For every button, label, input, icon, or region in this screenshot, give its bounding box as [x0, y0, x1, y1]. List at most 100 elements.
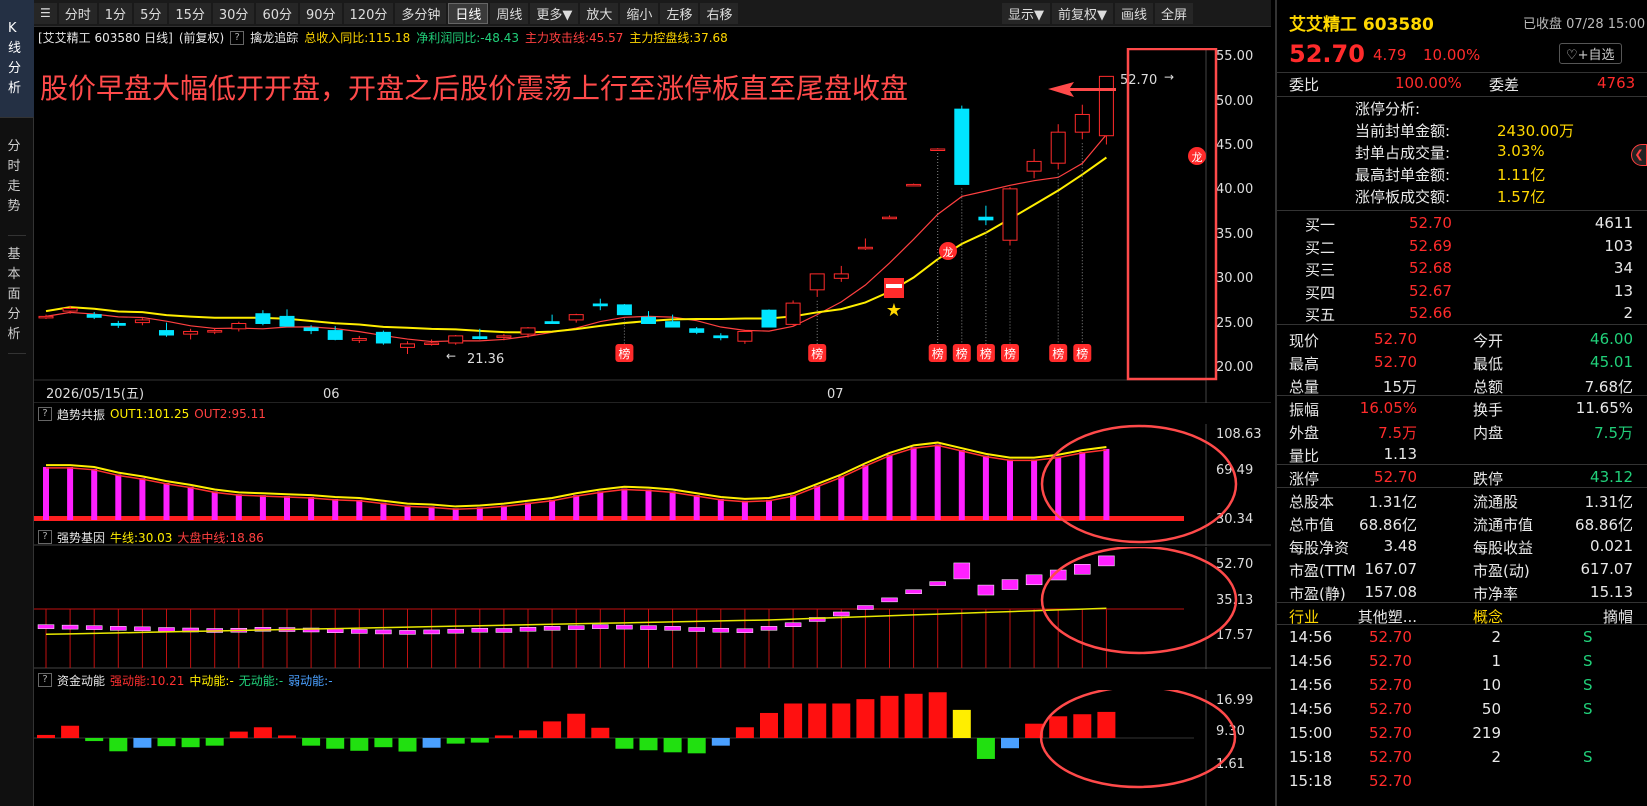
period-button[interactable]: 更多▼	[530, 2, 579, 24]
gene-bar	[592, 624, 609, 629]
toolbar-menu-icon[interactable]: ☰	[34, 2, 57, 24]
gene-panel[interactable]: 52.70 35.13 17.57 ⚙ ⊗	[34, 547, 1271, 669]
badge-label: 榜	[618, 346, 630, 361]
tick-side: S	[1583, 700, 1593, 718]
close-icon[interactable]: ⊗	[1220, 547, 1233, 548]
wb-label: 委比	[1289, 76, 1320, 94]
kline-chart[interactable]: 榜榜榜榜榜榜榜榜 55.00 50.00 45.00 40.00 35.00 3…	[34, 48, 1271, 403]
trend-bar	[790, 495, 797, 520]
attack-line: 主力攻击线:45.57	[524, 31, 624, 45]
panel-flow-header: ? 资金动能 强动能:10.21 中动能:- 无动能:- 弱动能:-	[34, 670, 333, 690]
indicator-name[interactable]: 强势基因	[57, 529, 105, 546]
help-icon[interactable]: ?	[230, 30, 245, 45]
gene-bar	[519, 627, 537, 632]
control-line: 主力控盘线:37.68	[629, 31, 728, 45]
toolbar-action-button[interactable]: 显示▼	[1002, 3, 1050, 24]
period-button[interactable]: 60分	[256, 2, 298, 24]
limit-analysis-title: 涨停分析:	[1355, 100, 1421, 118]
gene-bar	[351, 629, 368, 634]
gear-icon[interactable]: ⚙	[1199, 424, 1212, 425]
tick-side: S	[1583, 748, 1593, 766]
sidebar-tab-kline[interactable]: K线分析	[0, 0, 34, 118]
period-button[interactable]: 120分	[343, 2, 394, 24]
trend-bar	[235, 494, 242, 520]
indicator-name[interactable]: 趋势共振	[57, 406, 105, 423]
period-button[interactable]: 放大	[580, 2, 619, 24]
period-button[interactable]: 右移	[700, 2, 739, 24]
trend-bar	[67, 466, 74, 520]
stat-label: 每股收益	[1473, 539, 1534, 557]
close-icon[interactable]: ⊗	[1220, 690, 1233, 691]
tick-price: 52.70	[1369, 652, 1412, 670]
panel-trend-header: ? 趋势共振 OUT1:101.25 OUT2:95.11	[34, 404, 266, 424]
period-button[interactable]: 多分钟	[395, 2, 447, 24]
gene-bar	[1001, 579, 1019, 590]
help-icon[interactable]: ?	[38, 673, 52, 687]
out2-value: OUT2:95.11	[194, 407, 266, 421]
toolbar-action-button[interactable]: 画线	[1115, 3, 1154, 24]
indicator-name[interactable]: 擒龙追踪	[250, 29, 298, 46]
trend-bar	[308, 497, 315, 520]
period-button[interactable]: 30分	[212, 2, 255, 24]
tick-side: S	[1583, 652, 1593, 670]
limit-analysis-value: 1.57亿	[1497, 188, 1546, 206]
market-status: 已收盘 07/28 15:00	[1523, 17, 1646, 32]
period-button[interactable]: 分时	[58, 2, 97, 24]
flow-bar	[880, 695, 899, 738]
trend-bar	[886, 454, 893, 520]
period-button[interactable]: 1分	[98, 2, 133, 24]
candle	[424, 339, 440, 346]
gene-bar	[1098, 555, 1115, 567]
badge-label: 榜	[1076, 346, 1088, 361]
trend-bar	[115, 474, 122, 520]
flow-bar	[350, 738, 369, 751]
period-button[interactable]: 15分	[169, 2, 211, 24]
gene-bar	[760, 626, 778, 631]
trend-bar	[741, 500, 748, 520]
add-watchlist-button[interactable]: ♡+自选	[1559, 43, 1622, 64]
trend-bar	[1103, 448, 1110, 520]
limit-analysis-label: 封单占成交量:	[1355, 144, 1451, 162]
stat-value: 68.86亿	[1359, 516, 1417, 534]
dragon-tiger-badge[interactable]: 榜	[808, 300, 827, 362]
toolbar-action-button[interactable]: 全屏	[1155, 3, 1194, 24]
indicator-name[interactable]: 资金动能	[57, 672, 105, 689]
tick-volume: 1	[1491, 652, 1501, 670]
flow-bar	[591, 727, 610, 738]
axis-label: 16.99	[1216, 693, 1253, 708]
candle	[375, 330, 391, 345]
sidebar-tab-fundamentals[interactable]: 基本面分析	[7, 236, 26, 354]
close-icon[interactable]: ⊗	[1220, 424, 1233, 425]
dragon-tiger-badge[interactable]: 榜	[615, 318, 634, 362]
price-change: 4.79	[1373, 46, 1407, 64]
bid-level-label: 买四	[1305, 283, 1336, 302]
medium-value: 中动能:-	[189, 673, 234, 688]
period-button[interactable]: 缩小	[620, 2, 659, 24]
toolbar-action-button[interactable]: 前复权▼	[1052, 3, 1113, 24]
period-button[interactable]: 日线	[448, 2, 489, 24]
period-button[interactable]: 5分	[134, 2, 168, 24]
sidebar-tab-intraday[interactable]: 分时走势	[7, 118, 26, 236]
dragon-tiger-badge[interactable]: 榜	[952, 188, 971, 362]
dragon-tiger-badge[interactable]: 榜	[1049, 173, 1068, 362]
dragon-tiger-badge[interactable]: 榜	[1073, 143, 1092, 362]
dragon-tiger-badge[interactable]: 榜	[1001, 249, 1019, 362]
period-button[interactable]: 周线	[490, 2, 529, 24]
limit-analysis-label: 最高封单金额:	[1355, 166, 1451, 184]
flow-panel[interactable]: 16.99 9.30 1.61 ⚙ ⊗	[34, 690, 1271, 806]
gear-icon[interactable]: ⚙	[1199, 690, 1212, 691]
period-button[interactable]: 90分	[299, 2, 342, 24]
help-icon[interactable]: ?	[38, 407, 52, 421]
stat-label: 量比	[1289, 447, 1320, 465]
gene-bar	[929, 581, 946, 586]
collapse-arrow-icon[interactable]: ❮	[1631, 144, 1647, 166]
gear-icon[interactable]: ⚙	[1199, 547, 1212, 548]
period-button[interactable]: 左移	[660, 2, 699, 24]
dragon-tiger-badge[interactable]: 榜	[976, 229, 995, 362]
flow-bar	[181, 738, 200, 748]
highlight-ellipse	[1040, 424, 1238, 544]
candle	[1002, 187, 1018, 246]
stat-label: 总股本	[1289, 493, 1335, 511]
help-icon[interactable]: ?	[38, 530, 52, 544]
stat-value: 43.12	[1590, 468, 1633, 486]
